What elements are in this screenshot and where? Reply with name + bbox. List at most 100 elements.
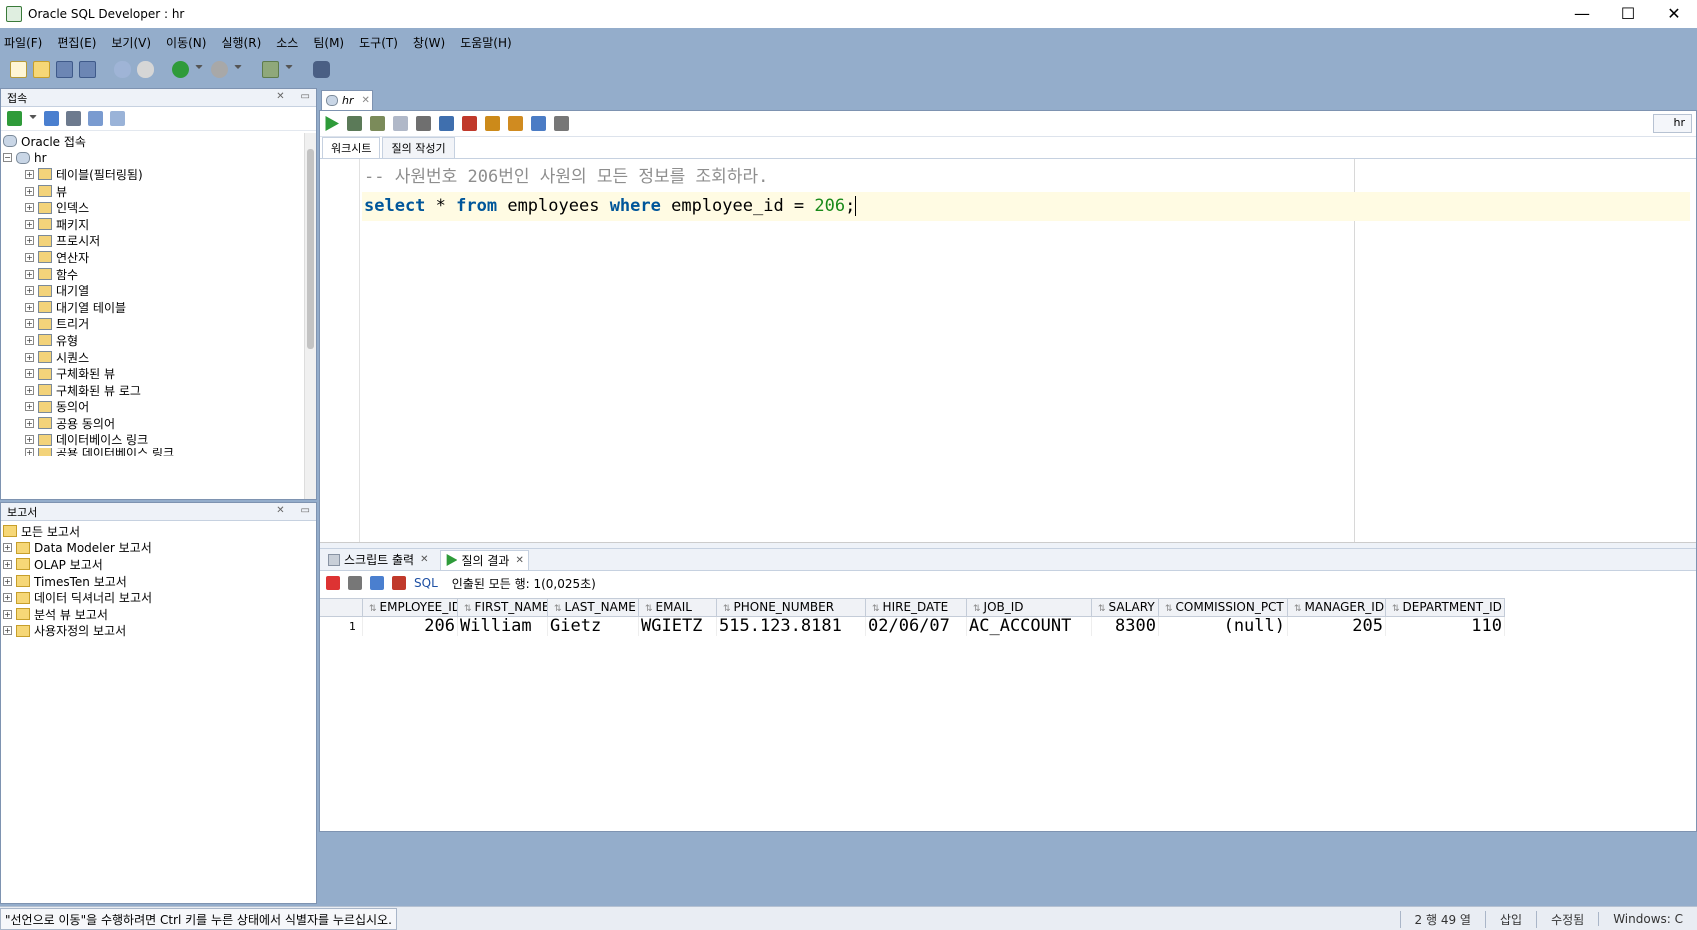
refresh-icon[interactable] — [370, 576, 384, 590]
panel-close-icon[interactable]: ✕ ▭ — [276, 505, 310, 516]
tree-item[interactable]: + 사용자정의 보고서 — [3, 623, 316, 640]
tree-item[interactable]: + 구체화된 뷰 로그 — [3, 382, 316, 399]
pin-icon[interactable] — [326, 576, 340, 590]
tree-item[interactable]: + 뷰 — [3, 183, 316, 200]
expand-icon[interactable]: + — [3, 609, 12, 619]
splitter[interactable] — [320, 543, 1696, 549]
cell-email[interactable]: WGIETZ — [639, 617, 717, 636]
new-icon[interactable] — [10, 60, 27, 78]
cell-hire-date[interactable]: 02/06/07 — [866, 617, 967, 636]
chevron-down-icon[interactable] — [29, 114, 37, 123]
menu-source[interactable]: 소스 — [276, 34, 298, 51]
close-button[interactable]: ✕ — [1651, 0, 1697, 28]
expand-icon[interactable]: + — [25, 286, 34, 296]
expand-icon[interactable]: + — [25, 236, 34, 246]
tab-query-builder[interactable]: 질의 작성기 — [382, 137, 455, 158]
expand-icon[interactable]: + — [25, 402, 34, 412]
menu-help[interactable]: 도움말(H) — [460, 34, 512, 51]
sql-worksheet-icon[interactable] — [262, 60, 279, 78]
column-header[interactable]: COMMISSION_PCT — [1159, 598, 1288, 617]
menu-run[interactable]: 실행(R) — [221, 34, 261, 51]
connection-select[interactable]: hr — [1652, 114, 1692, 133]
column-header[interactable]: PHONE_NUMBER — [717, 598, 866, 617]
cell-manager-id[interactable]: 205 — [1288, 617, 1386, 636]
expand-icon[interactable]: + — [25, 369, 34, 379]
filter-icon[interactable] — [66, 111, 81, 126]
minimize-button[interactable]: — — [1559, 0, 1605, 28]
cell-job-id[interactable]: AC_ACCOUNT — [967, 617, 1092, 636]
forward-icon[interactable] — [211, 60, 228, 78]
cell-salary[interactable]: 8300 — [1092, 617, 1159, 636]
tree-item[interactable]: + 유형 — [3, 332, 316, 349]
cancel-icon[interactable] — [392, 576, 406, 590]
expand-icon[interactable]: + — [25, 219, 34, 229]
tab-script-output[interactable]: 스크립트 출력 ✕ — [324, 550, 432, 570]
tree-item[interactable]: + 시퀀스 — [3, 349, 316, 366]
expand-icon[interactable]: + — [3, 593, 12, 603]
cell-department-id[interactable]: 110 — [1386, 617, 1505, 636]
column-header[interactable]: LAST_NAME — [548, 598, 639, 617]
refresh-icon[interactable] — [44, 111, 59, 126]
expand-icon[interactable]: + — [25, 269, 34, 279]
cell-phone-number[interactable]: 515.123.8181 — [717, 617, 866, 636]
expand-icon[interactable]: + — [25, 335, 34, 345]
column-header[interactable]: HIRE_DATE — [866, 598, 967, 617]
menu-team[interactable]: 팀(M) — [313, 34, 344, 51]
rollback-icon[interactable] — [393, 116, 408, 131]
menu-view[interactable]: 보기(V) — [111, 34, 151, 51]
scrollbar-thumb[interactable] — [307, 149, 314, 349]
cell-first-name[interactable]: William — [458, 617, 548, 636]
print-icon[interactable] — [348, 576, 362, 590]
expand-icon[interactable]: + — [25, 302, 34, 312]
menu-edit[interactable]: 편집(E) — [57, 34, 96, 51]
sql-editor[interactable]: -- 사원번호 206번인 사원의 모든 정보를 조회하라. select * … — [320, 159, 1696, 543]
commit-icon[interactable] — [370, 116, 385, 131]
expand-icon[interactable]: + — [3, 626, 12, 636]
tree-item[interactable]: + 대기열 — [3, 282, 316, 299]
menu-window[interactable]: 창(W) — [413, 34, 445, 51]
cell-commission-pct[interactable]: (null) — [1159, 617, 1288, 636]
column-header[interactable]: DEPARTMENT_ID — [1386, 598, 1505, 617]
tree-item[interactable]: + 구체화된 뷰 — [3, 365, 316, 382]
redo-icon[interactable] — [137, 60, 154, 78]
close-icon[interactable]: ✕ — [515, 555, 523, 566]
column-header[interactable]: MANAGER_ID — [1288, 598, 1386, 617]
cell-employee-id[interactable]: 206 — [363, 617, 458, 636]
autotrace-icon[interactable] — [439, 116, 454, 131]
expand-icon[interactable]: + — [25, 385, 34, 395]
menu-navigate[interactable]: 이동(N) — [166, 34, 206, 51]
tree-item[interactable]: + 연산자 — [3, 249, 316, 266]
tree-item[interactable]: + 데이터 딕셔너리 보고서 — [3, 589, 316, 606]
expand-icon[interactable]: + — [25, 319, 34, 329]
history-icon[interactable] — [531, 116, 546, 131]
tree-connection-hr[interactable]: − hr — [3, 150, 316, 167]
back-icon[interactable] — [172, 60, 189, 78]
menu-tools[interactable]: 도구(T) — [359, 34, 398, 51]
expand-icon[interactable]: + — [25, 448, 34, 457]
expand-icon[interactable]: + — [25, 203, 34, 213]
expand-icon[interactable]: + — [25, 186, 34, 196]
expand-icon[interactable]: + — [3, 576, 12, 586]
eraser-icon[interactable] — [508, 116, 523, 131]
insert-mode[interactable]: 삽입 — [1484, 910, 1536, 928]
tree-item[interactable]: + 함수 — [3, 266, 316, 283]
tab-worksheet[interactable]: 워크시트 — [322, 137, 381, 158]
tree-item[interactable]: + 테이블(필터링됨) — [3, 166, 316, 183]
sql-code[interactable]: -- 사원번호 206번인 사원의 모든 정보를 조회하라. select * … — [362, 163, 1690, 221]
format-icon[interactable] — [554, 116, 569, 131]
column-header[interactable]: JOB_ID — [967, 598, 1092, 617]
expand-icon[interactable]: + — [25, 352, 34, 362]
expand-icon[interactable]: + — [3, 559, 12, 569]
tab-query-result[interactable]: 질의 결과 ✕ — [440, 549, 529, 570]
chevron-down-icon[interactable] — [234, 65, 242, 73]
expand-icon[interactable]: + — [3, 543, 12, 553]
expand-icon[interactable]: + — [25, 169, 34, 179]
schema-browser-icon[interactable] — [88, 111, 103, 126]
run-statement-icon[interactable] — [325, 116, 339, 131]
tree-item[interactable]: + 공용 데이터베이스 링크 — [3, 448, 316, 457]
clear-icon[interactable] — [462, 116, 477, 131]
tree-item[interactable]: + 인덱스 — [3, 199, 316, 216]
tree-root[interactable]: Oracle 접속 — [3, 133, 316, 150]
panel-close-icon[interactable]: ✕ ▭ — [276, 91, 310, 102]
table-row[interactable]: 1 206 William Gietz WGIETZ 515.123.8181 … — [320, 617, 1696, 636]
